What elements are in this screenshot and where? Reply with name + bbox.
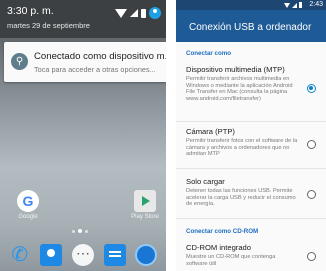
- signal-icon: [130, 9, 138, 17]
- google-icon: G: [17, 190, 39, 212]
- status-time: 2:43: [309, 1, 323, 8]
- page-indicator: [72, 229, 88, 233]
- notification-text: Toca para acceder a otras opciones...: [34, 65, 156, 74]
- play-store-app[interactable]: Play Store: [128, 190, 162, 220]
- page-title: Conexión USB a ordenador: [189, 22, 312, 33]
- battery-icon: [299, 2, 302, 8]
- radio-cdrom[interactable]: [307, 252, 316, 261]
- notification-title: Conectado como dispositivo m...: [34, 51, 166, 62]
- user-avatar-icon[interactable]: [149, 7, 161, 19]
- divider: [176, 218, 326, 219]
- divider: [176, 121, 326, 122]
- status-bar: 2:43: [176, 0, 326, 10]
- page-dot-active: [78, 229, 82, 233]
- status-icons: [284, 2, 302, 8]
- usb-icon: ⚲: [11, 53, 28, 70]
- option-ptp[interactable]: Cámara (PTP) Permitir transferir fotos c…: [186, 127, 298, 158]
- wifi-icon: [284, 2, 290, 8]
- option-cdrom[interactable]: CD-ROM integrado Muestre un CD-ROM que c…: [186, 243, 298, 267]
- google-app[interactable]: G Google: [13, 190, 43, 220]
- battery-icon: [141, 8, 146, 18]
- option-mtp[interactable]: Dispositivo multimedia (MTP) Permitir tr…: [186, 65, 298, 102]
- option-title: Dispositivo multimedia (MTP): [186, 65, 285, 74]
- option-title: Solo cargar: [186, 177, 225, 186]
- play-store-icon: [134, 190, 156, 212]
- play-store-app-label: Play Store: [131, 214, 159, 220]
- home-screen: 3:30 p. m. martes 29 de septiembre ⚲ Con…: [0, 0, 166, 271]
- browser-icon[interactable]: [135, 243, 158, 266]
- option-summary: Detener todas las funciones USB. Permite…: [186, 188, 296, 208]
- wifi-icon: [115, 8, 127, 18]
- dock: ✆: [0, 238, 166, 271]
- google-app-label: Google: [18, 214, 38, 220]
- option-summary: Permitir transferir archivos multimedia …: [186, 76, 293, 102]
- contacts-icon[interactable]: [40, 243, 63, 266]
- section-header-connect-as: Conectar como: [186, 50, 232, 57]
- divider: [176, 168, 326, 169]
- option-title: CD-ROM integrado: [186, 243, 251, 252]
- app-bar: Conexión USB a ordenador: [176, 10, 326, 42]
- usb-settings-screen: 2:43 Conexión USB a ordenador Conectar c…: [176, 0, 326, 271]
- option-title: Cámara (PTP): [186, 127, 235, 136]
- radio-mtp[interactable]: [307, 84, 316, 93]
- page-dot: [85, 229, 88, 233]
- option-summary: Permitir transferir fotos con el softwar…: [186, 138, 298, 158]
- option-summary: Muestre un CD-ROM que contenga software …: [186, 254, 276, 267]
- option-charge-only[interactable]: Solo cargar Detener todas las funciones …: [186, 177, 298, 208]
- date: martes 29 de septiembre: [7, 21, 90, 30]
- messages-icon[interactable]: [103, 243, 126, 266]
- signal-icon: [292, 2, 297, 8]
- usb-notification[interactable]: ⚲ Conectado como dispositivo m... Toca p…: [4, 42, 166, 82]
- notification-shade-header: 3:30 p. m. martes 29 de septiembre: [0, 0, 166, 38]
- phone-icon[interactable]: ✆: [9, 244, 31, 266]
- radio-ptp[interactable]: [307, 140, 316, 149]
- page-dot: [72, 229, 75, 233]
- system-icons: [115, 7, 161, 19]
- app-drawer-icon[interactable]: [71, 243, 94, 266]
- section-header-cdrom: Conectar como CD-ROM: [186, 228, 259, 235]
- radio-charge-only[interactable]: [307, 190, 316, 199]
- clock: 3:30 p. m.: [7, 5, 54, 17]
